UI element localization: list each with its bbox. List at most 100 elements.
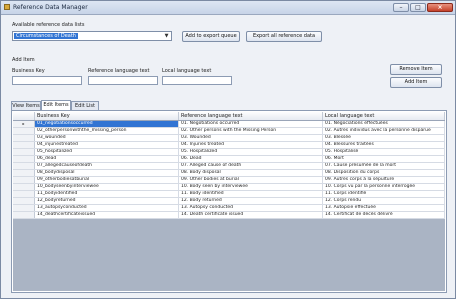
title-bar: Reference Data Manager – □ × [1, 1, 455, 15]
row-header[interactable]: ▸ [13, 121, 35, 127]
reference-text-cell[interactable]: 06. Dead [179, 156, 323, 162]
business-key-cell[interactable]: 08_bodydisposal [35, 170, 179, 176]
row-header[interactable] [13, 205, 35, 211]
business-key-cell[interactable]: 11_bodyidentified [35, 191, 179, 197]
reference-text-cell[interactable]: 09. Other bodies at burial [179, 177, 323, 183]
row-header[interactable] [13, 198, 35, 204]
business-key-cell[interactable]: 05_hospitalized [35, 149, 179, 155]
table-row[interactable]: 06_dead 06. Dead 06. Mort [13, 156, 445, 163]
reference-text-cell[interactable]: 10. Body seen by interviewee [179, 184, 323, 190]
row-header[interactable] [13, 156, 35, 162]
business-key-label: Business Key [12, 68, 45, 74]
data-grid[interactable]: Business Key Reference language text Loc… [13, 112, 445, 291]
reference-text-cell[interactable]: 11. Body identified [179, 191, 323, 197]
column-header-reference-text[interactable]: Reference language text [179, 112, 323, 120]
row-header[interactable] [13, 128, 35, 134]
local-text-cell[interactable]: 05. Hospitalisé [323, 149, 445, 155]
window-title: Reference Data Manager [13, 4, 88, 11]
reference-text-cell[interactable]: 01. Negotiations occurred [179, 121, 323, 127]
row-header[interactable] [13, 170, 35, 176]
table-row[interactable]: 08_bodydisposal 08. Body disposal 08. Disp… [13, 170, 445, 177]
tab-view-items[interactable]: View Items [11, 101, 41, 110]
table-row[interactable]: 11_bodyidentified 11. Body identified 11. … [13, 191, 445, 198]
local-text-cell[interactable]: 10. Corps vu par la personne interrogée [323, 184, 445, 190]
add-item-section-label: Add Item [12, 57, 35, 63]
reference-text-label: Reference language text [88, 68, 150, 74]
table-row[interactable]: 05_hospitalized 05. Hospitalized 05. Hospi… [13, 149, 445, 156]
local-text-cell[interactable]: 02. Autres individus avec la personne di… [323, 128, 445, 134]
business-key-cell[interactable]: 14_deathcertificateissued [35, 212, 179, 218]
reference-text-cell[interactable]: 07. Alleged cause of death [179, 163, 323, 169]
add-item-button[interactable]: Add Item [390, 77, 442, 88]
local-text-cell[interactable]: 13. Autopsie effectuée [323, 205, 445, 211]
table-row[interactable]: 12_bodyreturned 12. Body returned 12. Corp… [13, 198, 445, 205]
local-text-cell[interactable]: 01. Négociations effectuées [323, 121, 445, 127]
chevron-down-icon[interactable]: ▼ [162, 32, 171, 40]
local-text-cell[interactable]: 14. Certificat de décès délivré [323, 212, 445, 218]
table-row[interactable]: 09_otherbodiesatburial 09. Other bodies a… [13, 177, 445, 184]
tab-edit-list[interactable]: Edit List [71, 101, 99, 110]
local-text-cell[interactable]: 08. Disposition du corps [323, 170, 445, 176]
available-lists-label: Available reference data lists [12, 22, 85, 28]
maximize-icon[interactable]: □ [410, 3, 426, 12]
local-text-cell[interactable]: 03. Blessée [323, 135, 445, 141]
row-header[interactable] [13, 142, 35, 148]
add-to-export-queue-button[interactable]: Add to export queue [182, 31, 240, 42]
local-text-input[interactable] [162, 76, 232, 85]
local-text-cell[interactable]: 12. Corps rendu [323, 198, 445, 204]
business-key-cell[interactable]: 02_otherpersonwiththe_missing_person [35, 128, 179, 134]
business-key-cell[interactable]: 07_allegedcauseofdeath [35, 163, 179, 169]
row-header[interactable] [13, 177, 35, 183]
local-text-cell[interactable]: 04. Blessures traitées [323, 142, 445, 148]
tab-panel: Business Key Reference language text Loc… [11, 110, 447, 293]
table-row[interactable]: 13_autopsyconducted 13. Autopsy conducted… [13, 205, 445, 212]
business-key-cell[interactable]: 01_negotiationsoccurred [35, 121, 179, 127]
tab-edit-items[interactable]: Edit Items [41, 100, 71, 110]
column-header-local-text[interactable]: Local language text [323, 112, 445, 120]
reference-text-cell[interactable]: 03. Wounded [179, 135, 323, 141]
export-all-button[interactable]: Export all reference data [246, 31, 322, 42]
row-header[interactable] [13, 135, 35, 141]
remove-item-button[interactable]: Remove Item [390, 64, 442, 75]
column-header-business-key[interactable]: Business Key [35, 112, 179, 120]
reference-list-select[interactable]: Circumstances of Death ▼ [12, 31, 172, 41]
local-text-cell[interactable]: 09. Autres corps à la sépulture [323, 177, 445, 183]
table-row[interactable]: 02_otherpersonwiththe_missing_person 02. … [13, 128, 445, 135]
selected-list-value: Circumstances of Death [14, 33, 78, 39]
row-header[interactable] [13, 163, 35, 169]
close-icon[interactable]: × [427, 3, 453, 12]
reference-text-cell[interactable]: 04. Injuries treated [179, 142, 323, 148]
table-row[interactable]: 03_wounded 03. Wounded 03. Blessée [13, 135, 445, 142]
business-key-cell[interactable]: 04_injuriestreated [35, 142, 179, 148]
table-row[interactable]: 14_deathcertificateissued 14. Death certi… [13, 212, 445, 219]
reference-text-cell[interactable]: 13. Autopsy conducted [179, 205, 323, 211]
row-header[interactable] [13, 184, 35, 190]
local-text-cell[interactable]: 11. Corps identifié [323, 191, 445, 197]
app-window: Reference Data Manager – □ × Available r… [0, 0, 456, 299]
business-key-cell[interactable]: 09_otherbodiesatburial [35, 177, 179, 183]
reference-text-cell[interactable]: 12. Body returned [179, 198, 323, 204]
reference-text-input[interactable] [88, 76, 158, 85]
business-key-cell[interactable]: 10_bodyseenbyinterviewee [35, 184, 179, 190]
minimize-icon[interactable]: – [393, 3, 409, 12]
reference-text-cell[interactable]: 08. Body disposal [179, 170, 323, 176]
table-row[interactable]: 10_bodyseenbyinterviewee 10. Body seen by… [13, 184, 445, 191]
table-row[interactable]: 04_injuriestreated 04. Injuries treated 04… [13, 142, 445, 149]
local-text-label: Local language text [162, 68, 212, 74]
local-text-cell[interactable]: 06. Mort [323, 156, 445, 162]
reference-text-cell[interactable]: 14. Death certificate issued [179, 212, 323, 218]
reference-text-cell[interactable]: 05. Hospitalized [179, 149, 323, 155]
app-icon [4, 4, 10, 10]
row-header[interactable] [13, 212, 35, 218]
table-row[interactable]: ▸ 01_negotiationsoccurred 01. Negotiations… [13, 121, 445, 128]
business-key-cell[interactable]: 12_bodyreturned [35, 198, 179, 204]
reference-text-cell[interactable]: 02. Other persons with the Missing Perso… [179, 128, 323, 134]
business-key-cell[interactable]: 06_dead [35, 156, 179, 162]
row-header[interactable] [13, 149, 35, 155]
row-header[interactable] [13, 191, 35, 197]
local-text-cell[interactable]: 07. Cause présumée de la mort [323, 163, 445, 169]
business-key-input[interactable] [12, 76, 82, 85]
business-key-cell[interactable]: 03_wounded [35, 135, 179, 141]
business-key-cell[interactable]: 13_autopsyconducted [35, 205, 179, 211]
table-row[interactable]: 07_allegedcauseofdeath 07. Alleged cause … [13, 163, 445, 170]
